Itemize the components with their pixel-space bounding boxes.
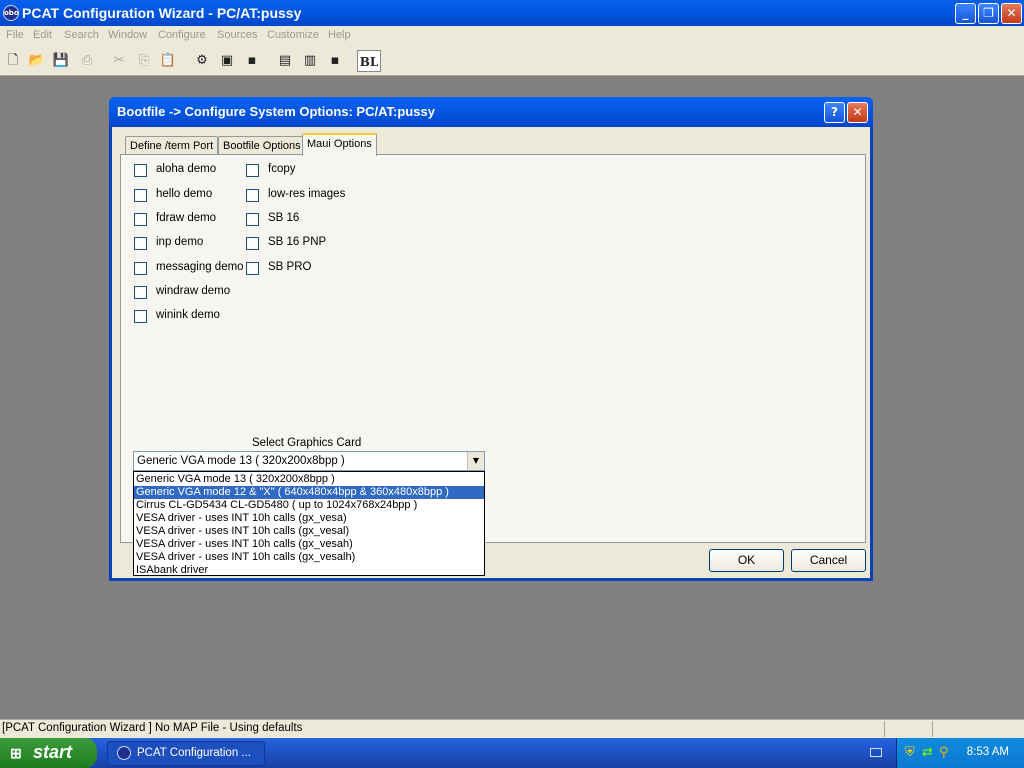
- start-label: start: [33, 742, 73, 762]
- graphics-option[interactable]: Cirrus CL-GD5434 CL-GD5480 ( up to 1024x…: [134, 499, 484, 512]
- copy-icon[interactable]: ⎘: [133, 50, 155, 72]
- open-folder-icon[interactable]: 📂: [26, 50, 48, 72]
- graphics-card-select[interactable]: Generic VGA mode 13 ( 320x200x8bpp ) ▼: [133, 451, 485, 471]
- checkbox-box[interactable]: [134, 213, 147, 226]
- app-title-bar: obo PCAT Configuration Wizard - PC/AT:pu…: [0, 0, 1024, 26]
- ok-button[interactable]: OK: [709, 549, 784, 572]
- maui-options-panel: aloha demo hello demo fdraw demo inp dem…: [120, 154, 866, 576]
- menu-sources[interactable]: Sources: [217, 29, 257, 41]
- bl-button[interactable]: BL: [357, 50, 381, 72]
- windows-flag-icon: ⊞: [10, 745, 22, 761]
- cancel-button[interactable]: Cancel: [791, 549, 866, 572]
- menu-edit[interactable]: Edit: [33, 29, 52, 41]
- status-bar: [PCAT Configuration Wizard ] No MAP File…: [0, 719, 1024, 738]
- checkbox-label: winink demo: [156, 309, 220, 321]
- start-button[interactable]: ⊞ start: [0, 738, 97, 768]
- menu-file[interactable]: File: [6, 29, 24, 41]
- toolbar: 🗋 📂 💾 ⎙ ✂ ⎘ 📋 ⚙ ▣ ▪ ▤ ▥ ▪ BL: [0, 46, 1024, 76]
- checkbox-box[interactable]: [246, 213, 259, 226]
- graphics-option[interactable]: VESA driver - uses INT 10h calls (gx_ves…: [134, 525, 484, 538]
- cut-icon[interactable]: ✂: [108, 50, 130, 72]
- tab-maui-options[interactable]: Maui Options: [302, 133, 377, 156]
- save-icon[interactable]: 💾: [50, 50, 72, 72]
- build-a-icon[interactable]: ▤: [274, 50, 296, 72]
- checkbox-label: inp demo: [156, 236, 204, 248]
- menu-help[interactable]: Help: [328, 29, 351, 41]
- checkbox-label: messaging demo: [156, 261, 244, 273]
- keyboard-icon[interactable]: [870, 748, 882, 757]
- system-tray: ⛨ ⇄ ⚲ 8:53 AM: [896, 738, 1024, 768]
- shield-icon[interactable]: ⛨: [905, 745, 915, 760]
- status-text: [PCAT Configuration Wizard ] No MAP File…: [2, 722, 303, 734]
- config-a-icon[interactable]: ⚙: [191, 50, 213, 72]
- new-file-icon[interactable]: 🗋: [2, 50, 24, 72]
- taskbar-item-label: PCAT Configuration ...: [137, 747, 251, 759]
- menu-window[interactable]: Window: [108, 29, 147, 41]
- checkbox-label: SB PRO: [268, 261, 312, 273]
- dialog-title: Bootfile -> Configure System Options: PC…: [117, 104, 435, 119]
- minimize-button[interactable]: _: [955, 3, 976, 24]
- graphics-option[interactable]: VESA driver - uses INT 10h calls (gx_ves…: [134, 538, 484, 551]
- app-title: PCAT Configuration Wizard - PC/AT:pussy: [22, 5, 302, 21]
- checkbox-box[interactable]: [246, 164, 259, 177]
- graphics-option-selected[interactable]: Generic VGA mode 12 & "X" ( 640x480x4bpp…: [134, 486, 484, 499]
- graphics-option[interactable]: Generic VGA mode 13 ( 320x200x8bpp ): [134, 473, 484, 486]
- checkbox-label: fdraw demo: [156, 212, 217, 224]
- config-b-icon[interactable]: ▣: [216, 50, 238, 72]
- graphics-card-value: Generic VGA mode 13 ( 320x200x8bpp ): [137, 455, 345, 467]
- graphics-card-label: Select Graphics Card: [252, 437, 362, 449]
- checkbox-box[interactable]: [134, 189, 147, 202]
- app-icon[interactable]: obo: [3, 5, 19, 21]
- menu-bar: File Edit Search Window Configure Source…: [0, 26, 1024, 46]
- app-icon: [117, 746, 131, 760]
- checkbox-box[interactable]: [134, 164, 147, 177]
- disk-icon[interactable]: ▪: [241, 50, 263, 72]
- checkbox-box[interactable]: [134, 262, 147, 275]
- checkbox-label: windraw demo: [156, 285, 231, 297]
- help-button[interactable]: ?: [824, 102, 845, 123]
- dialog-title-bar: Bootfile -> Configure System Options: PC…: [109, 97, 873, 127]
- graphics-card-dropdown-list: Generic VGA mode 13 ( 320x200x8bpp ) Gen…: [133, 471, 485, 576]
- status-divider: [932, 721, 933, 737]
- taskbar: ⊞ start PCAT Configuration ... ⛨ ⇄ ⚲ 8:5…: [0, 738, 1024, 768]
- menu-configure[interactable]: Configure: [158, 29, 206, 41]
- checkbox-label: aloha demo: [156, 163, 217, 175]
- dialog-close-button[interactable]: ✕: [847, 102, 868, 123]
- menu-search[interactable]: Search: [64, 29, 99, 41]
- paste-icon[interactable]: 📋: [157, 50, 179, 72]
- graphics-option[interactable]: VESA driver - uses INT 10h calls (gx_ves…: [134, 551, 484, 564]
- checkbox-box[interactable]: [246, 262, 259, 275]
- network-icon[interactable]: ⇄: [922, 745, 933, 760]
- checkbox-label: fcopy: [268, 163, 296, 175]
- maximize-button[interactable]: ❐: [978, 3, 999, 24]
- checkbox-label: SB 16 PNP: [268, 236, 327, 248]
- print-icon[interactable]: ⎙: [76, 50, 98, 72]
- build-b-icon[interactable]: ▥: [299, 50, 321, 72]
- checkbox-label: SB 16: [268, 212, 300, 224]
- checkbox-box[interactable]: [134, 310, 147, 323]
- graphics-option[interactable]: VESA driver - uses INT 10h calls (gx_ves…: [134, 512, 484, 525]
- tab-bootfile-options[interactable]: Bootfile Options: [218, 136, 306, 155]
- menu-customize[interactable]: Customize: [267, 29, 319, 41]
- configure-system-options-dialog: Bootfile -> Configure System Options: PC…: [109, 97, 873, 581]
- disk-b-icon[interactable]: ▪: [324, 50, 346, 72]
- checkbox-box[interactable]: [134, 237, 147, 250]
- checkbox-box[interactable]: [246, 189, 259, 202]
- checkbox-label: low-res images: [268, 188, 346, 200]
- tab-define-term-port[interactable]: Define /term Port: [125, 136, 219, 155]
- checkbox-box[interactable]: [246, 237, 259, 250]
- search-icon[interactable]: ⚲: [939, 745, 949, 760]
- status-divider: [884, 721, 885, 737]
- close-button[interactable]: ✕: [1001, 3, 1022, 24]
- checkbox-box[interactable]: [134, 286, 147, 299]
- checkbox-label: hello demo: [156, 188, 213, 200]
- graphics-option[interactable]: ISAbank driver: [134, 564, 484, 577]
- chevron-down-icon[interactable]: ▼: [467, 452, 484, 470]
- clock: 8:53 AM: [966, 746, 1009, 758]
- taskbar-item-pcat[interactable]: PCAT Configuration ...: [107, 741, 265, 766]
